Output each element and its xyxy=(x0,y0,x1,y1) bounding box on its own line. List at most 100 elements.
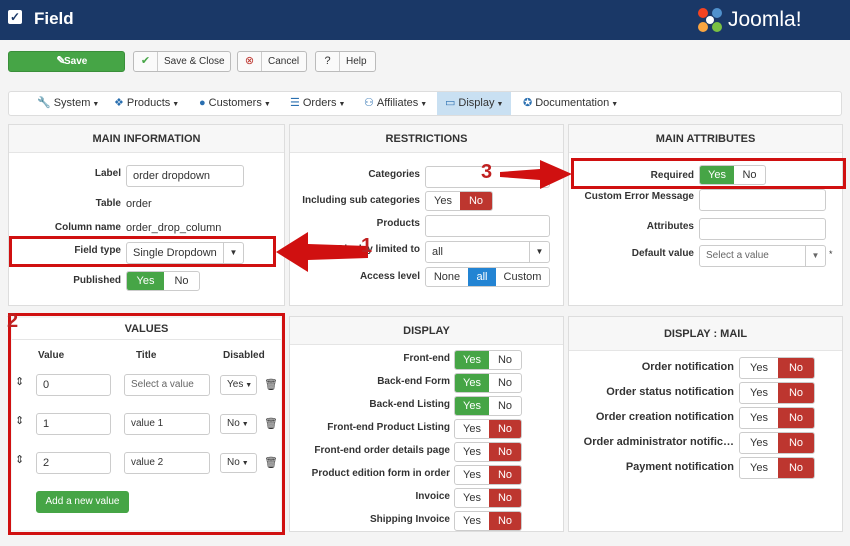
callout-number-1: 1 xyxy=(361,235,373,257)
menu-products[interactable]: ❖ Products ▼ xyxy=(114,92,179,115)
toggle-no[interactable]: No xyxy=(489,374,521,392)
custom-error-input[interactable] xyxy=(699,189,826,211)
toggle-yes[interactable]: Yes xyxy=(455,420,489,438)
toggle-yes[interactable]: Yes xyxy=(455,466,489,484)
products-input[interactable] xyxy=(425,215,550,237)
sub-categories-label: Including sub categories xyxy=(302,195,420,206)
toggle-no[interactable]: No xyxy=(778,383,814,403)
mail-option-label: Order administrator notific… xyxy=(583,436,734,448)
display-option-toggle[interactable]: Yes No xyxy=(454,350,522,370)
menu-documentation[interactable]: ✪ Documentation ▼ xyxy=(523,92,618,115)
toggle-no[interactable]: No xyxy=(489,466,521,484)
monitor-icon: ▭ xyxy=(445,97,456,109)
dropdown-caret-icon: ▼ xyxy=(805,246,825,266)
main-information-panel: MAIN INFORMATION Label order dropdown Ta… xyxy=(8,124,285,306)
toggle-yes[interactable]: Yes xyxy=(740,383,778,403)
panel-title: RESTRICTIONS xyxy=(290,125,563,153)
table-value: order xyxy=(126,198,152,210)
callout-number-2: 2 xyxy=(7,310,19,332)
toggle-yes[interactable]: Yes xyxy=(740,433,778,453)
toggle-no[interactable]: No xyxy=(489,512,521,530)
callout-box-field-type xyxy=(9,236,276,267)
toggle-yes[interactable]: Yes xyxy=(455,512,489,530)
display-option-toggle[interactable]: Yes No xyxy=(454,396,522,416)
help-button[interactable]: ? Help xyxy=(315,51,376,72)
toggle-yes[interactable]: Yes xyxy=(455,443,489,461)
mail-option-toggle[interactable]: Yes No xyxy=(739,357,815,379)
toggle-no[interactable]: No xyxy=(489,489,521,507)
published-toggle[interactable]: Yes No xyxy=(126,271,200,291)
callout-number-3: 3 xyxy=(481,161,493,183)
display-option-toggle[interactable]: Yes No xyxy=(454,419,522,439)
display-option-label: Back-end Listing xyxy=(369,399,450,410)
toggle-yes[interactable]: Yes xyxy=(455,374,489,392)
save-close-button[interactable]: ✔ Save & Close xyxy=(133,51,231,72)
display-panel: DISPLAY Front-end Yes No Back-end Form Yes No… xyxy=(289,316,564,532)
display-option-label: Product edition form in order xyxy=(311,468,450,479)
display-option-toggle[interactable]: Yes No xyxy=(454,488,522,508)
attributes-input[interactable] xyxy=(699,218,826,240)
toggle-no[interactable]: No xyxy=(778,458,814,478)
display-option-toggle[interactable]: Yes No xyxy=(454,442,522,462)
toggle-no[interactable]: No xyxy=(489,420,521,438)
toggle-no[interactable]: No xyxy=(489,397,521,415)
access-level-toggle[interactable]: None all Custom xyxy=(425,267,550,287)
toggle-yes[interactable]: Yes xyxy=(740,458,778,478)
display-option-label: Front-end Product Listing xyxy=(327,422,450,433)
mail-option-label: Order notification xyxy=(641,361,734,373)
menu-system[interactable]: 🔧 System ▼ xyxy=(37,92,99,115)
app-header: ✓ Field Joomla! xyxy=(0,0,850,40)
mail-option-toggle[interactable]: Yes No xyxy=(739,382,815,404)
toggle-yes[interactable]: Yes xyxy=(455,489,489,507)
display-option-toggle[interactable]: Yes No xyxy=(454,465,522,485)
save-button[interactable]: ✎ Save xyxy=(8,51,125,72)
custom-error-label: Custom Error Message xyxy=(584,191,694,202)
joomla-logo: Joomla! xyxy=(696,6,846,34)
cancel-button[interactable]: ⊗ Cancel xyxy=(237,51,307,72)
default-value-select[interactable]: Select a value ▼ xyxy=(699,245,826,267)
display-option-toggle[interactable]: Yes No xyxy=(454,511,522,531)
categories-label: Categories xyxy=(368,169,420,180)
cancel-icon: ⊗ xyxy=(238,52,262,71)
label-label: Label xyxy=(94,168,121,179)
check-icon: ✔ xyxy=(134,52,158,71)
toggle-yes[interactable]: Yes xyxy=(455,397,489,415)
checkbox-icon: ✓ xyxy=(8,10,22,24)
mail-option-toggle[interactable]: Yes No xyxy=(739,432,815,454)
panel-title: MAIN ATTRIBUTES xyxy=(569,125,842,153)
panel-title: DISPLAY : MAIL xyxy=(569,317,842,351)
sub-categories-toggle[interactable]: Yes No xyxy=(425,191,493,211)
logo-text: Joomla! xyxy=(728,8,802,31)
display-limited-select[interactable]: all ▼ xyxy=(425,241,550,263)
access-level-label: Access level xyxy=(359,271,420,282)
menu-orders[interactable]: ☰ Orders ▼ xyxy=(290,92,345,115)
mail-option-toggle[interactable]: Yes No xyxy=(739,407,815,429)
mail-option-toggle[interactable]: Yes No xyxy=(739,457,815,479)
mail-option-label: Order creation notification xyxy=(595,411,734,423)
attributes-label: Attributes xyxy=(646,221,694,232)
toggle-no[interactable]: No xyxy=(778,433,814,453)
required-asterisk: * xyxy=(829,249,833,259)
user-icon: ● xyxy=(199,97,206,109)
display-option-label: Back-end Form xyxy=(377,376,450,387)
mail-option-label: Order status notification xyxy=(606,386,734,398)
toggle-yes[interactable]: Yes xyxy=(455,351,489,369)
help-icon: ? xyxy=(316,52,340,71)
toggle-yes[interactable]: Yes xyxy=(740,358,778,378)
toggle-no[interactable]: No xyxy=(489,443,521,461)
menu-affiliates[interactable]: ⚇ Affiliates ▼ xyxy=(364,92,427,115)
toggle-no[interactable]: No xyxy=(778,408,814,428)
label-input[interactable]: order dropdown xyxy=(126,165,244,187)
column-name-label: Column name xyxy=(54,222,121,233)
display-option-toggle[interactable]: Yes No xyxy=(454,373,522,393)
toggle-no[interactable]: No xyxy=(489,351,521,369)
joomla-mark-icon xyxy=(698,8,722,32)
toggle-yes[interactable]: Yes xyxy=(740,408,778,428)
menu-display[interactable]: ▭ Display ▼ xyxy=(437,92,512,115)
toggle-no[interactable]: No xyxy=(778,358,814,378)
menu-customers[interactable]: ● Customers ▼ xyxy=(199,92,271,115)
lifering-icon: ✪ xyxy=(523,97,533,109)
wrench-icon: 🔧 xyxy=(37,97,51,109)
default-value-label: Default value xyxy=(631,248,694,259)
display-limited-label: Display limited to xyxy=(337,244,420,255)
